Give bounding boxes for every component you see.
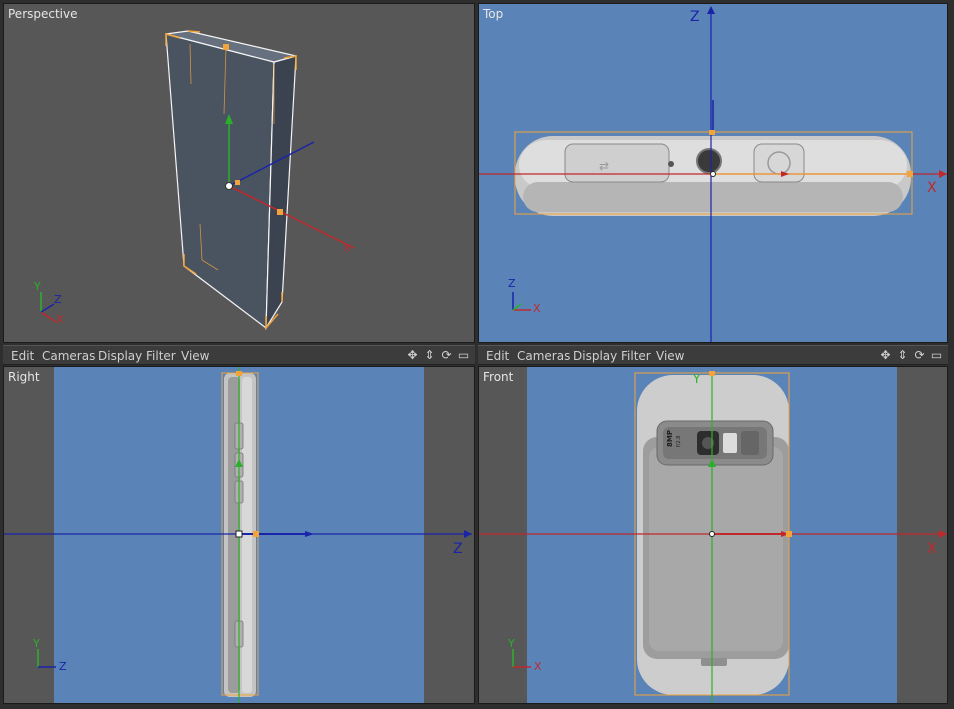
menu-filter[interactable]: Filter xyxy=(146,349,176,363)
gizmo-label-x: X xyxy=(534,660,542,673)
gizmo-label-y: Y xyxy=(34,280,41,293)
viewport-label-right: Right xyxy=(8,370,40,384)
phone-box-front-face xyxy=(165,33,275,330)
gizmo-label-y: Y xyxy=(508,637,515,650)
viewport-label-front: Front xyxy=(483,370,514,384)
menu-display[interactable]: Display xyxy=(98,349,142,363)
gizmo-label-z: Z xyxy=(59,660,67,673)
menu-display[interactable]: Display xyxy=(573,349,617,363)
menu-cameras[interactable]: Cameras xyxy=(42,349,95,363)
menu-filter[interactable]: Filter xyxy=(621,349,651,363)
gizmo-label-z: Z xyxy=(508,277,516,290)
menu-view[interactable]: View xyxy=(656,349,684,363)
top-scene[interactable]: ⇄ xyxy=(479,4,948,343)
axis-label-y: Y xyxy=(693,372,701,386)
front-viewport[interactable]: Front 8MP f/2.8 Y X Y X xyxy=(478,366,948,704)
camera-text-subtext: f/2.8 xyxy=(676,435,682,447)
front-scene[interactable] xyxy=(479,367,948,704)
gizmo-label-z: Z xyxy=(54,293,62,306)
axis-gizmo-right xyxy=(37,649,56,668)
move-icon[interactable]: ✥ xyxy=(878,348,893,363)
camera-text-megapixels: 8MP xyxy=(666,430,674,447)
rotate-icon[interactable]: ⟳ xyxy=(912,348,927,363)
viewport-label-perspective: Perspective xyxy=(8,7,78,21)
menu-edit[interactable]: Edit xyxy=(11,349,34,363)
move-icon[interactable]: ✥ xyxy=(405,348,420,363)
perspective-viewport[interactable]: Perspective x Y Z X xyxy=(3,3,475,343)
dolly-icon[interactable]: ⇕ xyxy=(895,348,910,363)
right-viewport[interactable]: Right Z Y Z xyxy=(3,366,475,704)
svg-text:⇄: ⇄ xyxy=(599,159,609,173)
axis-x-tip: x xyxy=(344,241,351,254)
gizmo-label-y: Y xyxy=(33,637,40,650)
top-viewport[interactable]: Top ⇄ Z X Z X xyxy=(478,3,948,343)
axis-label-z: Z xyxy=(690,9,700,25)
maximize-icon[interactable]: ▭ xyxy=(929,348,944,363)
gizmo-label-x: X xyxy=(533,302,541,315)
power-button xyxy=(753,143,805,183)
audio-jack xyxy=(696,148,722,174)
handle-mid xyxy=(277,209,283,215)
front-viewport-menubar: Edit Cameras Display Filter View ✥ ⇕ ⟳ ▭ xyxy=(478,345,948,365)
usb-port-cover xyxy=(564,143,670,183)
camera-flash xyxy=(723,433,737,453)
dolly-icon[interactable]: ⇕ xyxy=(422,348,437,363)
axis-label-x: X xyxy=(927,180,937,196)
maximize-icon[interactable]: ▭ xyxy=(456,348,471,363)
right-viewport-menubar: Edit Cameras Display Filter View ✥ ⇕ ⟳ ▭ xyxy=(3,345,475,365)
menu-view[interactable]: View xyxy=(181,349,209,363)
menu-edit[interactable]: Edit xyxy=(486,349,509,363)
axis-label-z: Z xyxy=(453,541,463,557)
rotate-icon[interactable]: ⟳ xyxy=(439,348,454,363)
handle-center xyxy=(235,180,240,185)
axis-gizmo-top xyxy=(512,292,531,311)
right-scene[interactable] xyxy=(4,367,475,704)
pivot-point xyxy=(225,182,233,190)
perspective-scene[interactable]: x xyxy=(4,4,475,343)
axis-label-x: X xyxy=(927,541,937,557)
menu-cameras[interactable]: Cameras xyxy=(517,349,570,363)
axis-gizmo-front xyxy=(512,649,531,668)
gizmo-label-x: X xyxy=(56,313,64,326)
viewport-label-top: Top xyxy=(483,7,504,21)
handle-top xyxy=(223,44,229,50)
